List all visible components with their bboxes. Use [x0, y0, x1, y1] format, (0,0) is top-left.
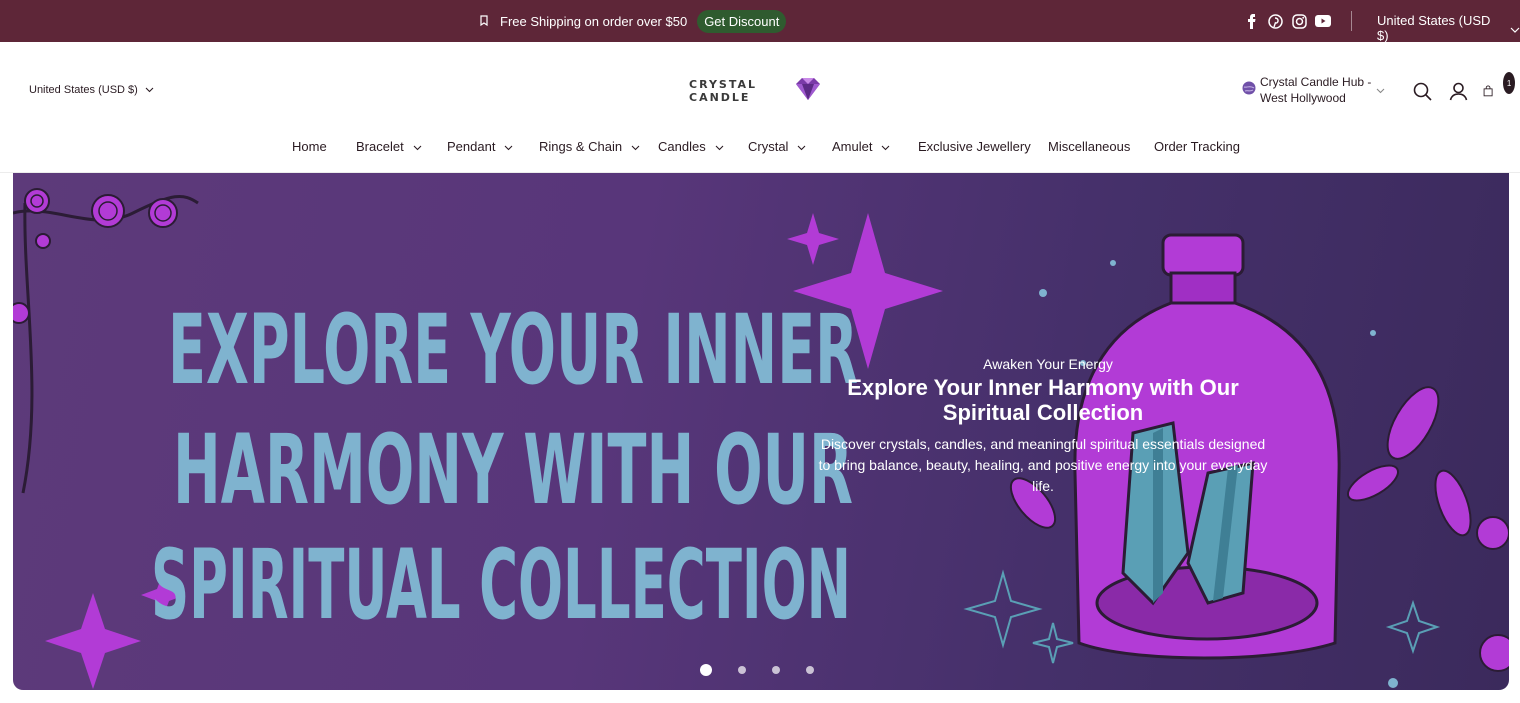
- nav-item-bracelet[interactable]: Bracelet: [356, 139, 422, 154]
- chevron-down-icon: [797, 139, 806, 154]
- nav-item-order-tracking[interactable]: Order Tracking: [1154, 139, 1240, 154]
- nav-item-pendant[interactable]: Pendant: [447, 139, 513, 154]
- hero-art-line: HARMONY WITH OUR: [173, 414, 853, 526]
- nav-item-home[interactable]: Home: [292, 139, 327, 154]
- logo-wordmark: CRYSTAL CANDLE: [689, 78, 758, 104]
- nav-item-label: Pendant: [447, 139, 496, 154]
- chevron-down-icon: [145, 84, 154, 96]
- slide-dot[interactable]: [772, 666, 780, 674]
- nav-item-label: Amulet: [832, 139, 873, 154]
- promo: Free Shipping on order over $50 Get Disc…: [478, 9, 787, 33]
- header-currency-label: United States (USD $): [29, 84, 138, 96]
- tag-icon: [478, 15, 490, 27]
- nav-item-label: Exclusive Jewellery: [918, 139, 1031, 154]
- youtube-icon[interactable]: [1315, 12, 1331, 30]
- hero-art-line: EXPLORE YOUR INNER: [168, 294, 858, 406]
- store-location-selector[interactable]: Crystal Candle Hub - West Hollywood: [1242, 74, 1385, 106]
- announcement-bar: Free Shipping on order over $50 Get Disc…: [0, 0, 1520, 43]
- store-name: Crystal Candle Hub - West Hollywood: [1260, 75, 1372, 105]
- cart-count-badge: 1: [1503, 72, 1515, 94]
- slide-dot[interactable]: [738, 666, 746, 674]
- hero-slideshow[interactable]: EXPLORE YOUR INNER HARMONY WITH OUR SPIR…: [13, 173, 1509, 690]
- hero-content: Awaken Your Energy Explore Your Inner Ha…: [818, 356, 1268, 497]
- slide-dot[interactable]: [700, 664, 712, 676]
- nav-item-exclusive-jewellery[interactable]: Exclusive Jewellery: [918, 139, 1031, 154]
- slideshow-dots: [700, 664, 814, 676]
- chevron-down-icon: [881, 139, 890, 154]
- nav-item-amulet[interactable]: Amulet: [832, 139, 890, 154]
- chevron-down-icon: [1510, 21, 1520, 36]
- nav-item-rings-chain[interactable]: Rings & Chain: [539, 139, 640, 154]
- hero-eyebrow: Awaken Your Energy: [983, 356, 1113, 372]
- instagram-icon[interactable]: [1291, 12, 1307, 30]
- nav-item-label: Home: [292, 139, 327, 154]
- nav-item-label: Rings & Chain: [539, 139, 623, 154]
- cart-icon[interactable]: 1: [1483, 72, 1515, 102]
- account-icon[interactable]: [1447, 80, 1469, 102]
- chevron-down-icon: [1376, 81, 1385, 99]
- topbar-currency-label: United States (USD $): [1377, 13, 1491, 43]
- main-nav: Home Bracelet Pendant Rings & Chain Cand…: [0, 139, 1520, 159]
- nav-item-label: Candles: [658, 139, 706, 154]
- nav-item-label: Bracelet: [356, 139, 404, 154]
- nav-item-miscellaneous[interactable]: Miscellaneous: [1048, 139, 1130, 154]
- chevron-down-icon: [413, 139, 422, 154]
- gem-logo-icon: [793, 77, 823, 106]
- hero-art-line: SPIRITUAL COLLECTION: [151, 529, 851, 641]
- social-links: [1243, 12, 1331, 30]
- promo-text: Free Shipping on order over $50: [500, 13, 688, 29]
- hero-description: Discover crystals, candles, and meaningf…: [818, 436, 1268, 494]
- header-actions: 1: [1411, 72, 1515, 102]
- hero-headline: Explore Your Inner Harmony with Our Spir…: [847, 375, 1239, 425]
- nav-item-label: Miscellaneous: [1048, 139, 1131, 154]
- pinterest-icon[interactable]: [1267, 12, 1283, 30]
- site-logo[interactable]: CRYSTAL CANDLE: [689, 77, 823, 106]
- nav-item-crystal[interactable]: Crystal: [748, 139, 806, 154]
- nav-item-candles[interactable]: Candles: [658, 139, 724, 154]
- search-icon[interactable]: [1411, 80, 1433, 102]
- chevron-down-icon: [715, 139, 724, 154]
- hero-illustration: EXPLORE YOUR INNER HARMONY WITH OUR SPIR…: [13, 188, 1509, 689]
- get-discount-button[interactable]: Get Discount: [697, 9, 787, 33]
- topbar-divider: [1351, 11, 1352, 31]
- store-globe-icon: [1242, 81, 1256, 100]
- chevron-down-icon: [631, 139, 640, 154]
- topbar-currency-selector[interactable]: United States (USD $): [1377, 13, 1520, 43]
- slide-dot[interactable]: [806, 666, 814, 674]
- nav-item-label: Crystal: [748, 139, 789, 154]
- chevron-down-icon: [504, 139, 513, 154]
- header-currency-selector[interactable]: United States (USD $): [29, 84, 154, 96]
- facebook-icon[interactable]: [1243, 12, 1259, 30]
- nav-item-label: Order Tracking: [1154, 139, 1240, 154]
